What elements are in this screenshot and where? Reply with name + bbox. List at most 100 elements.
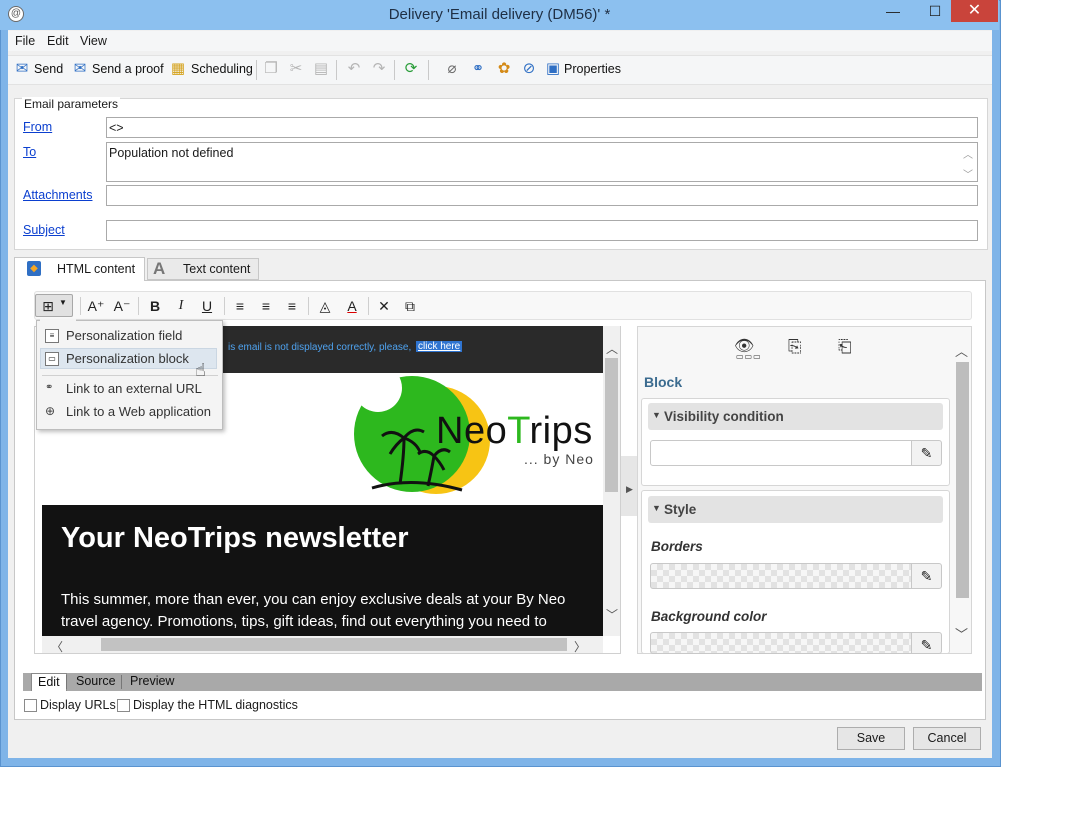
export-page-icon[interactable]: ⎘ <box>788 337 802 357</box>
scheduling-button[interactable]: Scheduling <box>191 62 253 76</box>
menu-personalization-field[interactable]: Personalization field <box>66 328 182 343</box>
bold-icon[interactable]: B <box>145 296 165 316</box>
redo-icon[interactable]: ↷ <box>370 61 388 77</box>
paste-icon[interactable]: ▤ <box>312 61 330 77</box>
tracking-icon[interactable]: ⊘ <box>520 61 538 77</box>
borders-field[interactable] <box>650 563 912 589</box>
send-icon[interactable]: ✉ <box>13 61 31 77</box>
refresh-icon[interactable]: ⟳ <box>402 61 420 77</box>
menu-connector <box>40 319 76 322</box>
to-link[interactable]: To <box>23 145 36 159</box>
align-left-icon[interactable]: ≡ <box>230 296 250 316</box>
display-urls-checkbox[interactable] <box>24 699 37 712</box>
toolbar-separator <box>256 60 257 80</box>
expand-arrow-icon[interactable]: ▶ <box>626 484 633 495</box>
subject-field[interactable] <box>106 220 978 241</box>
borders-label: Borders <box>651 539 703 554</box>
italic-icon[interactable]: I <box>171 296 191 316</box>
align-center-icon[interactable]: ≡ <box>256 296 276 316</box>
menu-link-external-url[interactable]: Link to an external URL <box>66 381 202 396</box>
to-scroll-down-icon[interactable]: ﹀ <box>963 166 973 181</box>
tab-edit[interactable]: Edit <box>31 673 67 691</box>
html-diagnostics-checkbox[interactable] <box>117 699 130 712</box>
from-link[interactable]: From <box>23 120 52 134</box>
edit-visibility-pencil-icon[interactable]: ✎ <box>911 440 942 466</box>
to-field[interactable]: Population not defined <box>106 142 978 182</box>
tab-source[interactable]: Source <box>70 673 122 691</box>
menu-personalization-block[interactable]: Personalization block <box>66 351 189 366</box>
attachments-field[interactable] <box>106 185 978 206</box>
email-parameters-title: Email parameters <box>22 97 121 111</box>
edit-borders-pencil-icon[interactable]: ✎ <box>911 563 942 589</box>
editor-separator <box>80 297 81 315</box>
tab-text-label: Text content <box>183 262 251 276</box>
background-color-field[interactable] <box>650 632 912 654</box>
to-scroll-up-icon[interactable]: ︿ <box>963 146 973 161</box>
cut-icon[interactable]: ✂ <box>287 61 305 77</box>
send-proof-button[interactable]: Send a proof <box>92 62 164 76</box>
link-icon[interactable]: ⚭ <box>469 61 487 77</box>
chevron-down-icon: ▼ <box>59 298 67 307</box>
fill-color-icon[interactable]: ◬ <box>315 296 335 316</box>
align-right-icon[interactable]: ≡ <box>282 296 302 316</box>
attachment-icon[interactable]: ⌀ <box>443 61 461 77</box>
click-here-link[interactable]: click here <box>416 341 463 352</box>
menu-link-web-application[interactable]: Link to a Web application <box>66 404 211 419</box>
undo-icon[interactable]: ↶ <box>345 61 363 77</box>
menu-bar <box>8 31 992 51</box>
background-color-label: Background color <box>651 609 767 624</box>
tab-html-label: HTML content <box>57 262 136 276</box>
logo-byline: ... by Neo <box>524 451 594 467</box>
to-value: Population not defined <box>109 146 234 160</box>
tab-preview[interactable]: Preview <box>124 673 180 691</box>
maximize-button[interactable]: ☐ <box>918 0 952 22</box>
cancel-button[interactable]: Cancel <box>913 727 981 750</box>
panel-scroll-thumb[interactable] <box>956 362 969 598</box>
from-field[interactable]: <> <box>106 117 978 138</box>
tab-divider <box>66 675 67 689</box>
text-content-icon: A <box>153 259 166 278</box>
offer-icon[interactable]: ✿ <box>495 61 513 77</box>
toolbar-separator <box>428 60 429 80</box>
minimize-button[interactable]: — <box>876 0 910 22</box>
panel-scroll-up-icon[interactable]: ︿ <box>955 341 968 360</box>
insert-icon: ⊞ <box>42 298 54 314</box>
panel-scroll-down-icon[interactable]: ﹀ <box>955 624 968 643</box>
send-proof-icon[interactable]: ✉ <box>71 61 89 77</box>
increase-font-icon[interactable]: A⁺ <box>86 296 106 316</box>
send-button[interactable]: Send <box>34 62 63 76</box>
scroll-right-icon[interactable]: 〉 <box>574 638 586 655</box>
text-color-icon[interactable]: A <box>342 296 362 316</box>
tab-divider <box>121 675 122 689</box>
underline-icon[interactable]: U <box>197 296 217 316</box>
scroll-up-icon[interactable]: ︿ <box>606 340 618 357</box>
editor-separator <box>224 297 225 315</box>
calendar-icon[interactable]: ▦ <box>169 61 187 77</box>
html-content-icon: ◆ <box>27 261 41 276</box>
subject-link[interactable]: Subject <box>23 223 65 237</box>
menu-edit[interactable]: Edit <box>47 34 69 48</box>
newsletter-body: This summer, more than ever, you can enj… <box>61 591 566 630</box>
scroll-down-icon[interactable]: ﹀ <box>606 606 618 623</box>
menu-divider <box>42 375 218 376</box>
editor-separator <box>308 297 309 315</box>
scroll-left-icon[interactable]: 〈 <box>51 638 63 655</box>
attachments-link[interactable]: Attachments <box>23 188 92 202</box>
edit-background-pencil-icon[interactable]: ✎ <box>911 632 942 654</box>
decrease-font-icon[interactable]: A⁻ <box>112 296 132 316</box>
logo-name-rips: rips <box>529 410 593 452</box>
menu-view[interactable]: View <box>80 34 107 48</box>
menu-file[interactable]: File <box>15 34 35 48</box>
web-app-icon: ⊕ <box>45 404 56 418</box>
insert-block-icon[interactable]: ⧉ <box>400 296 420 316</box>
save-button[interactable]: Save <box>837 727 905 750</box>
visibility-condition-field[interactable] <box>650 440 912 466</box>
copy-icon[interactable]: ❐ <box>262 61 280 77</box>
copy-page-icon[interactable]: ⎗ <box>838 337 852 357</box>
remove-format-icon[interactable]: ✕ <box>374 296 394 316</box>
close-button[interactable]: ✕ <box>951 0 998 22</box>
preview-vertical-thumb[interactable] <box>605 358 618 492</box>
properties-icon[interactable]: ▣ <box>544 61 562 77</box>
properties-button[interactable]: Properties <box>564 62 621 76</box>
preview-horizontal-thumb[interactable] <box>101 638 567 651</box>
